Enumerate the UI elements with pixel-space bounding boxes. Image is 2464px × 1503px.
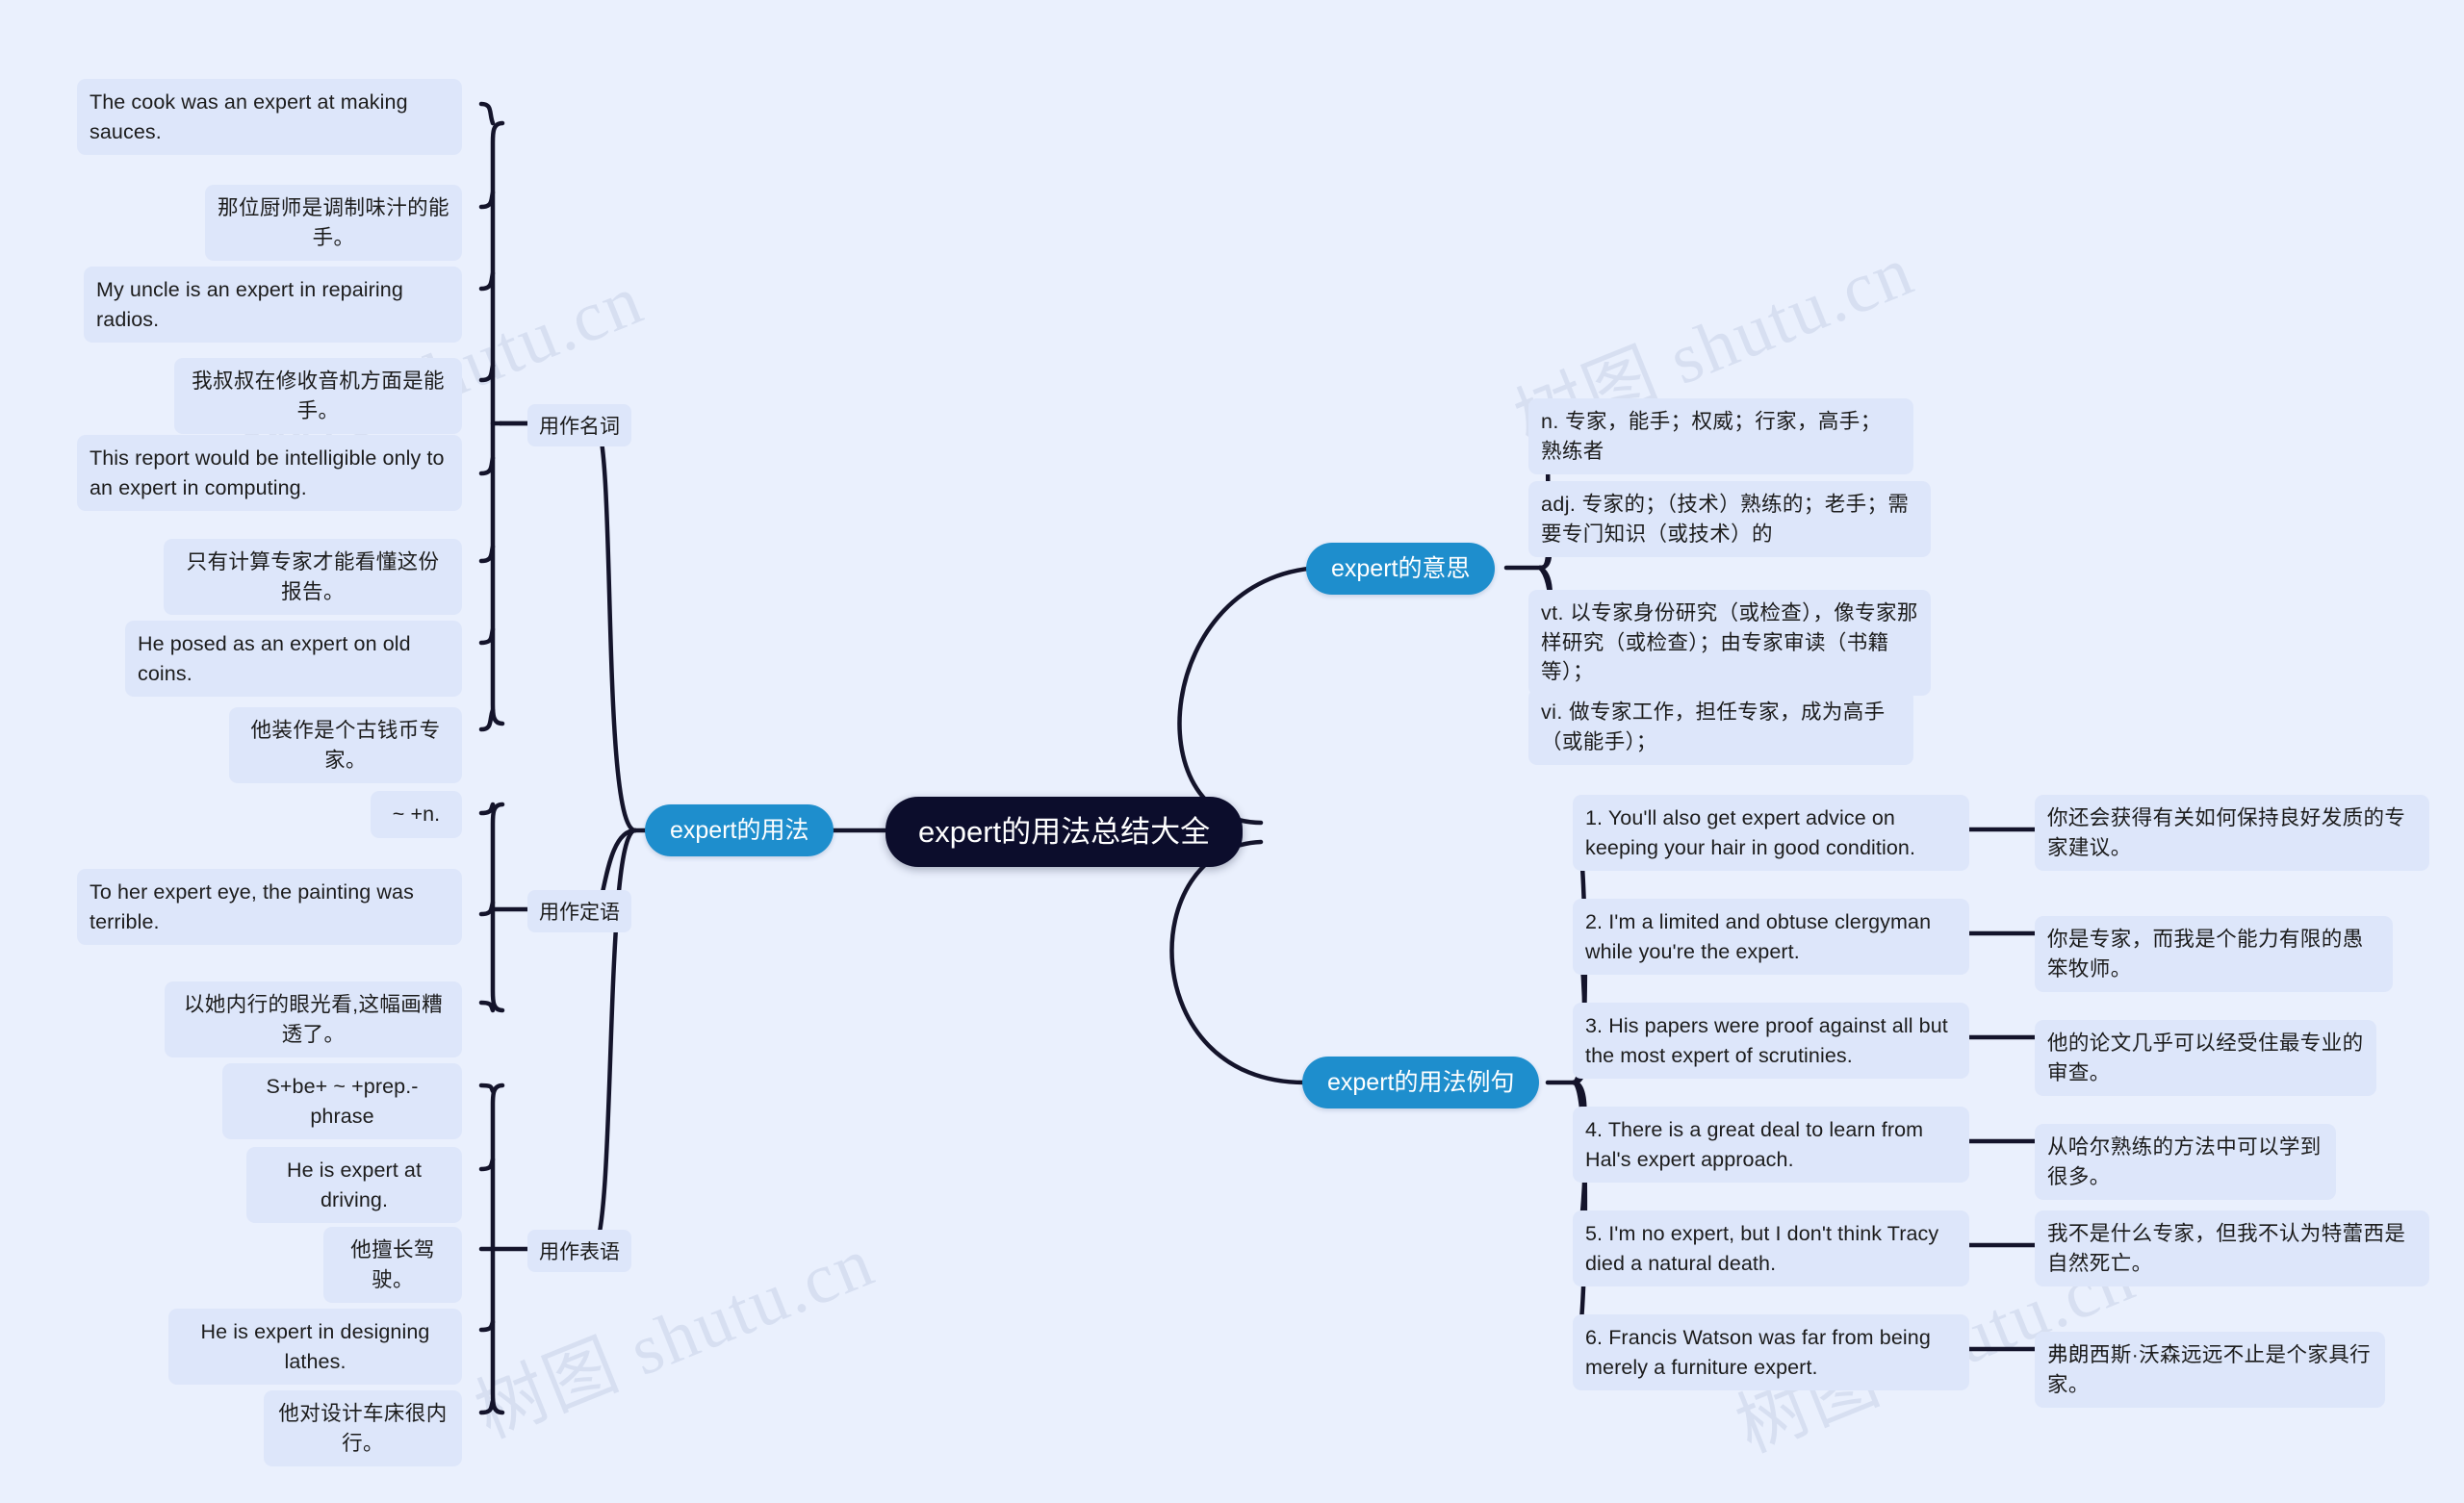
leaf-attr-2[interactable]: To her expert eye, the painting was terr… bbox=[77, 869, 462, 946]
leaf-noun-1[interactable]: The cook was an expert at making sauces. bbox=[77, 79, 462, 156]
meaning-item-adj[interactable]: adj. 专家的；（技术）熟练的；老手；需要专门知识（或技术）的 bbox=[1528, 481, 1931, 558]
leaf-attr-3[interactable]: 以她内行的眼光看,这幅画糟透了。 bbox=[165, 981, 462, 1058]
meaning-item-n[interactable]: n. 专家，能手；权威；行家，高手；熟练者 bbox=[1528, 398, 1913, 475]
example-en-6[interactable]: 6. Francis Watson was far from being mer… bbox=[1573, 1314, 1969, 1391]
leaf-noun-7[interactable]: He posed as an expert on old coins. bbox=[125, 621, 462, 698]
leaf-attr-1[interactable]: ~ +n. bbox=[371, 791, 462, 838]
branch-usage-pill[interactable]: expert的用法 bbox=[645, 804, 834, 856]
leaf-noun-3[interactable]: My uncle is an expert in repairing radio… bbox=[84, 267, 462, 344]
example-cn-5[interactable]: 我不是什么专家，但我不认为特蕾西是自然死亡。 bbox=[2035, 1210, 2429, 1287]
meaning-item-vi[interactable]: vi. 做专家工作，担任专家，成为高手（或能手）； bbox=[1528, 689, 1913, 766]
group-label-noun[interactable]: 用作名词 bbox=[527, 404, 631, 446]
leaf-noun-6[interactable]: 只有计算专家才能看懂这份报告。 bbox=[164, 539, 462, 616]
leaf-noun-8[interactable]: 他装作是个古钱币专家。 bbox=[229, 707, 462, 784]
leaf-pred-3[interactable]: 他擅长驾驶。 bbox=[323, 1227, 462, 1304]
example-cn-1[interactable]: 你还会获得有关如何保持良好发质的专家建议。 bbox=[2035, 795, 2429, 872]
group-label-attributive[interactable]: 用作定语 bbox=[527, 890, 631, 932]
example-cn-6[interactable]: 弗朗西斯·沃森远远不止是个家具行家。 bbox=[2035, 1332, 2385, 1409]
example-en-3[interactable]: 3. His papers were proof against all but… bbox=[1573, 1003, 1969, 1080]
meaning-item-vt[interactable]: vt. 以专家身份研究（或检查），像专家那样研究（或检查）；由专家审读（书籍等）… bbox=[1528, 590, 1931, 696]
example-en-5[interactable]: 5. I'm no expert, but I don't think Trac… bbox=[1573, 1210, 1969, 1287]
mindmap-canvas: 树图 shutu.cn 树图 shutu.cn 树图 shutu.cn 树图 s… bbox=[0, 0, 2464, 1503]
example-cn-3[interactable]: 他的论文几乎可以经受住最专业的审查。 bbox=[2035, 1020, 2376, 1097]
example-en-1[interactable]: 1. You'll also get expert advice on keep… bbox=[1573, 795, 1969, 872]
leaf-pred-2[interactable]: He is expert at driving. bbox=[246, 1147, 462, 1224]
branch-meaning-pill[interactable]: expert的意思 bbox=[1306, 543, 1496, 595]
example-cn-2[interactable]: 你是专家，而我是个能力有限的愚笨牧师。 bbox=[2035, 916, 2393, 993]
example-en-2[interactable]: 2. I'm a limited and obtuse clergyman wh… bbox=[1573, 899, 1969, 976]
leaf-pred-5[interactable]: 他对设计车床很内行。 bbox=[264, 1390, 462, 1467]
group-label-predicative[interactable]: 用作表语 bbox=[527, 1230, 631, 1272]
example-en-4[interactable]: 4. There is a great deal to learn from H… bbox=[1573, 1107, 1969, 1184]
leaf-noun-4[interactable]: 我叔叔在修收音机方面是能手。 bbox=[174, 358, 462, 435]
leaf-pred-1[interactable]: S+be+ ~ +prep.-phrase bbox=[222, 1063, 462, 1140]
leaf-noun-5[interactable]: This report would be intelligible only t… bbox=[77, 435, 462, 512]
example-cn-4[interactable]: 从哈尔熟练的方法中可以学到很多。 bbox=[2035, 1124, 2336, 1201]
leaf-pred-4[interactable]: He is expert in designing lathes. bbox=[168, 1309, 462, 1386]
leaf-noun-2[interactable]: 那位厨师是调制味汁的能手。 bbox=[205, 185, 462, 262]
watermark: 树图 shutu.cn bbox=[465, 1222, 886, 1454]
root-node[interactable]: expert的用法总结大全 bbox=[886, 797, 1244, 868]
branch-examples-pill[interactable]: expert的用法例句 bbox=[1302, 1057, 1540, 1108]
